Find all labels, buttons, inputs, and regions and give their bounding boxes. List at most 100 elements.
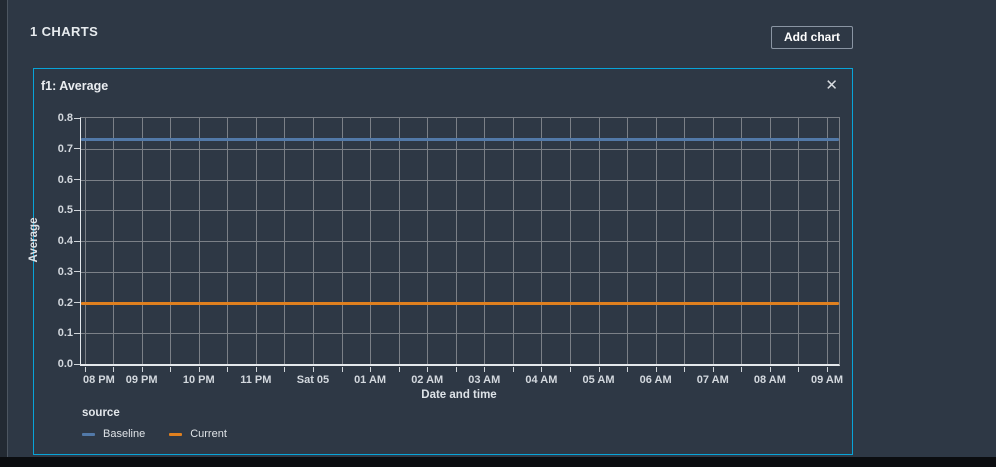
x-tick [256, 367, 257, 372]
x-grid-line-minor [684, 118, 685, 364]
x-tick-minor [227, 367, 228, 372]
legend: source Baseline Current [82, 407, 227, 440]
x-tick-minor [513, 367, 514, 372]
x-tick [713, 367, 714, 372]
x-tick-label: 02 AM [411, 374, 443, 386]
x-tick [370, 367, 371, 372]
x-grid-line [313, 118, 314, 364]
x-grid-line-minor [741, 118, 742, 364]
legend-label-baseline: Baseline [103, 428, 145, 440]
x-grid-line-minor [342, 118, 343, 364]
x-grid-line-minor [227, 118, 228, 364]
y-tick-label: 0.3 [37, 266, 73, 278]
x-tick [427, 367, 428, 372]
x-tick-label: 10 PM [183, 374, 215, 386]
x-tick [541, 367, 542, 372]
add-chart-button[interactable]: Add chart [771, 26, 853, 49]
x-grid-line [199, 118, 200, 364]
x-grid-line [599, 118, 600, 364]
y-tick [74, 333, 80, 334]
y-grid-line [81, 333, 839, 334]
bottom-bar [0, 457, 996, 467]
left-rail [0, 0, 8, 467]
y-tick-label: 0.5 [37, 204, 73, 216]
y-tick [74, 148, 80, 149]
legend-label-current: Current [190, 428, 227, 440]
x-tick-label: 01 AM [354, 374, 386, 386]
y-tick [74, 118, 80, 119]
x-grid-line-minor [113, 118, 114, 364]
legend-items: Baseline Current [82, 428, 227, 440]
y-tick-label: 0.0 [37, 358, 73, 370]
x-grid-line-minor [456, 118, 457, 364]
x-tick [199, 367, 200, 372]
charts-count-heading: 1 CHARTS [30, 24, 98, 39]
y-tick [74, 271, 80, 272]
x-tick [599, 367, 600, 372]
x-tick-label: Sat 05 [297, 374, 329, 386]
x-grid-line [85, 118, 86, 364]
x-tick [827, 367, 828, 372]
x-tick-minor [284, 367, 285, 372]
x-tick-minor [570, 367, 571, 372]
x-tick-minor [113, 367, 114, 372]
x-axis-title: Date and time [80, 389, 838, 401]
x-tick-minor [684, 367, 685, 372]
y-tick [74, 179, 80, 180]
y-tick [74, 210, 80, 211]
x-grid-line-minor [399, 118, 400, 364]
y-grid-line [81, 241, 839, 242]
x-grid-line-minor [798, 118, 799, 364]
y-tick-label: 0.4 [37, 235, 73, 247]
y-tick-label: 0.8 [37, 112, 73, 124]
plot-wrap: 0.00.10.20.30.40.50.60.70.808 PM09 PM10 … [80, 117, 838, 363]
x-tick-minor [798, 367, 799, 372]
y-grid-line [81, 272, 839, 273]
x-grid-line-minor [284, 118, 285, 364]
close-icon[interactable]: ✕ [823, 76, 840, 95]
y-grid-line [81, 210, 839, 211]
series-line-baseline [81, 138, 839, 141]
x-grid-line [256, 118, 257, 364]
y-tick-label: 0.7 [37, 143, 73, 155]
x-grid-line [370, 118, 371, 364]
x-tick-label: 05 AM [583, 374, 615, 386]
x-tick-label: 11 PM [240, 374, 271, 386]
legend-title: source [82, 407, 227, 419]
x-grid-line-minor [570, 118, 571, 364]
legend-item-current[interactable]: Current [169, 428, 227, 440]
x-tick-label: 06 AM [640, 374, 672, 386]
x-grid-line [427, 118, 428, 364]
x-tick-label: 07 AM [697, 374, 729, 386]
x-tick-minor [342, 367, 343, 372]
x-tick-minor [170, 367, 171, 372]
x-tick [85, 367, 86, 372]
legend-item-baseline[interactable]: Baseline [82, 428, 145, 440]
y-tick [74, 241, 80, 242]
x-grid-line-minor [627, 118, 628, 364]
x-tick-label: 09 PM [126, 374, 158, 386]
y-tick-label: 0.6 [37, 174, 73, 186]
x-tick-label: 09 AM [811, 374, 843, 386]
x-grid-line [484, 118, 485, 364]
chart-title: f1: Average [41, 79, 108, 93]
x-tick [313, 367, 314, 372]
x-tick-minor [399, 367, 400, 372]
x-tick-label: 04 AM [525, 374, 557, 386]
x-grid-line [656, 118, 657, 364]
x-grid-line [142, 118, 143, 364]
x-grid-line [770, 118, 771, 364]
x-grid-line-minor [170, 118, 171, 364]
y-axis-title: Average [28, 218, 40, 263]
x-tick-label: 03 AM [468, 374, 500, 386]
x-tick-minor [627, 367, 628, 372]
x-tick-minor [741, 367, 742, 372]
x-tick-minor [456, 367, 457, 372]
legend-swatch-current [169, 433, 182, 436]
series-line-current [81, 302, 839, 305]
y-tick-label: 0.2 [37, 297, 73, 309]
x-grid-line [541, 118, 542, 364]
y-tick [74, 364, 80, 365]
x-tick [142, 367, 143, 372]
plot-area[interactable]: 0.00.10.20.30.40.50.60.70.808 PM09 PM10 … [80, 117, 840, 366]
